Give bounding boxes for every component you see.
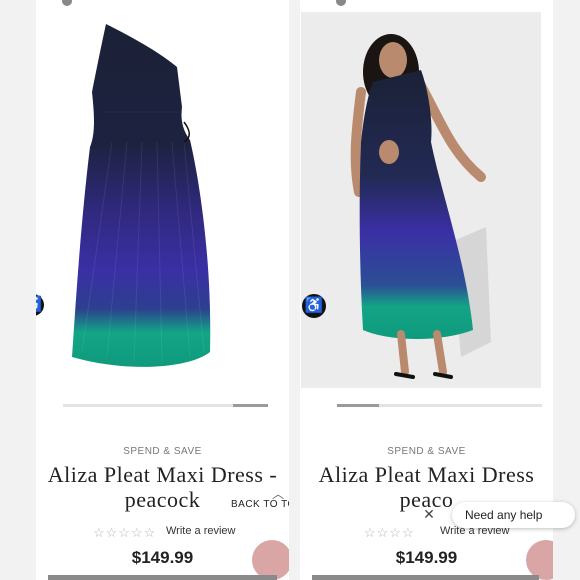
image-carousel-indicator: [63, 404, 268, 407]
product-title-line1: Aliza Pleat Maxi Dress: [318, 462, 535, 487]
product-image-dress-flat[interactable]: [42, 12, 282, 390]
carousel-thumb: [337, 404, 379, 407]
status-dot: [336, 0, 346, 6]
image-carousel-indicator: [337, 404, 542, 407]
status-bar: [300, 0, 553, 8]
status-dot: [62, 0, 72, 6]
rating-stars[interactable]: ☆☆☆☆☆: [93, 525, 156, 541]
model-figure: [350, 34, 491, 379]
status-icons: [241, 0, 281, 5]
status-bar: [36, 0, 289, 8]
add-to-bag-button[interactable]: [312, 575, 539, 580]
close-icon[interactable]: ✕: [421, 506, 437, 522]
carousel-thumb: [233, 404, 268, 407]
status-icons: [505, 0, 545, 5]
chat-help-bubble[interactable]: Need any help: [452, 502, 575, 528]
promo-label: SPEND & SAVE: [387, 446, 466, 457]
promo-floating-button[interactable]: [526, 540, 553, 580]
write-review-link[interactable]: Write a review: [166, 525, 235, 537]
product-panel-right: ♿ SPEND & SAVE Aliza Pleat Maxi Dress pe…: [300, 0, 553, 580]
add-to-bag-button[interactable]: [48, 575, 277, 580]
accessibility-icon[interactable]: ♿: [302, 294, 326, 318]
product-title-line1: Aliza Pleat Maxi Dress -: [47, 462, 278, 487]
product-panel-left: ♿ SPEND & SAVE Aliza Pleat Maxi Dress - …: [36, 0, 289, 580]
product-image-model[interactable]: [301, 12, 541, 388]
promo-label: SPEND & SAVE: [123, 446, 202, 457]
chevron-up-icon: ︿: [272, 487, 285, 501]
promo-floating-button[interactable]: [252, 540, 289, 580]
rating-stars[interactable]: ☆☆☆☆: [364, 525, 415, 541]
back-to-top-button[interactable]: ︿ BACK TO TO: [231, 487, 289, 510]
back-to-top-label: BACK TO TO: [231, 499, 289, 510]
product-price: $149.99: [395, 548, 458, 567]
